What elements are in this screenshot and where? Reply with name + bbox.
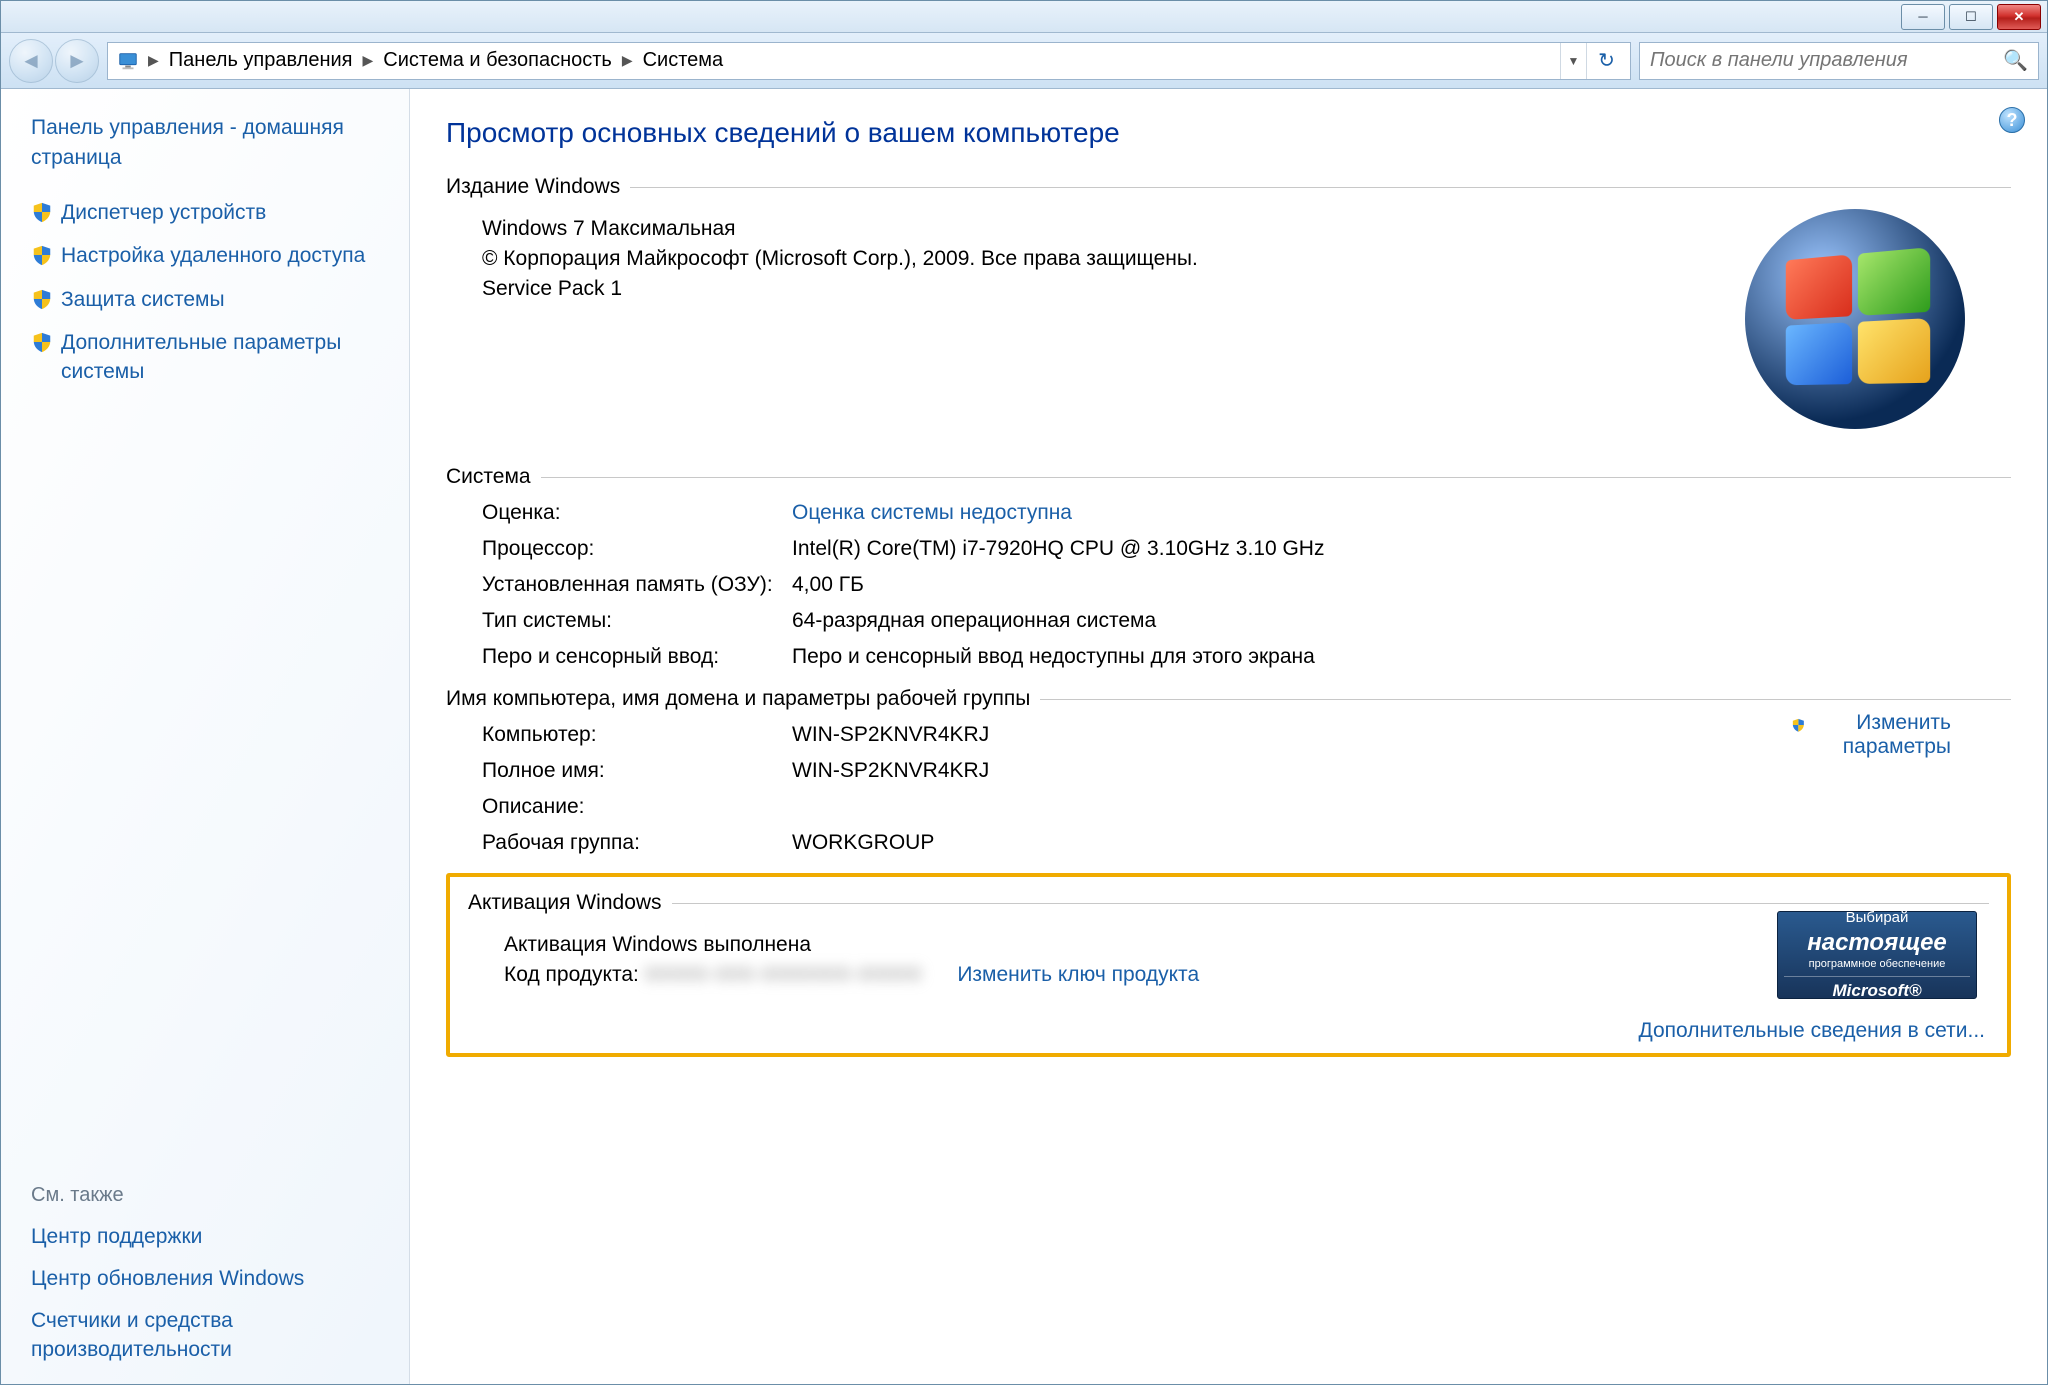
address-dropdown[interactable]: ▼ <box>1560 43 1586 79</box>
comp-wg-key: Рабочая группа: <box>482 831 792 855</box>
titlebar: ─ ☐ ✕ <box>1 1 2047 33</box>
change-settings-label: Изменить параметры <box>1812 711 1951 759</box>
address-bar[interactable]: ▶ Панель управления ▶ Система и безопасн… <box>107 42 1631 80</box>
activation-status: Активация Windows выполнена <box>504 933 1989 957</box>
back-button[interactable]: ◄ <box>9 39 53 83</box>
content: ? Просмотр основных сведений о вашем ком… <box>409 89 2047 1384</box>
group-computer: Имя компьютера, имя домена и параметры р… <box>446 687 2011 873</box>
product-id-row: Код продукта: 00000-000-0000000-00000 Из… <box>504 963 1989 987</box>
cpu-value: Intel(R) Core(TM) i7-7920HQ CPU @ 3.10GH… <box>792 537 2011 561</box>
rating-link[interactable]: Оценка системы недоступна <box>792 501 1072 524</box>
pen-value: Перо и сенсорный ввод недоступны для это… <box>792 645 2011 669</box>
product-id-label: Код продукта: <box>504 963 645 986</box>
comp-wg-value: WORKGROUP <box>792 831 2011 855</box>
task-label: Диспетчер устройств <box>61 198 266 227</box>
comp-full-key: Полное имя: <box>482 759 792 783</box>
shield-icon <box>31 244 53 266</box>
see-also-windows-update[interactable]: Центр обновления Windows <box>31 1265 389 1293</box>
chevron-right-icon: ▶ <box>618 52 637 69</box>
genuine-line2: настоящее <box>1784 928 1970 958</box>
computer-icon <box>116 49 140 73</box>
task-device-manager[interactable]: Диспетчер устройств <box>31 198 389 227</box>
shield-icon <box>31 331 53 353</box>
group-system-legend: Система <box>446 465 541 489</box>
more-info-online-link[interactable]: Дополнительные сведения в сети... <box>1639 1019 1986 1043</box>
chevron-right-icon: ▶ <box>359 52 378 69</box>
search-box[interactable]: 🔍 <box>1639 42 2039 80</box>
crumb-1[interactable]: Система и безопасность <box>377 49 618 72</box>
comp-name-key: Компьютер: <box>482 723 792 747</box>
group-activation-legend: Активация Windows <box>468 891 672 915</box>
task-remote-settings[interactable]: Настройка удаленного доступа <box>31 241 389 270</box>
chevron-right-icon: ▶ <box>144 52 163 69</box>
group-system: Система Оценка: Оценка системы недоступн… <box>446 465 2011 687</box>
systype-key: Тип системы: <box>482 609 792 633</box>
shield-icon <box>1791 714 1806 736</box>
comp-desc-key: Описание: <box>482 795 792 819</box>
group-edition: Издание Windows Windows 7 Максимальная ©… <box>446 175 2011 465</box>
crumb-0[interactable]: Панель управления <box>163 49 359 72</box>
shield-icon <box>31 201 53 223</box>
forward-button[interactable]: ► <box>55 39 99 83</box>
genuine-line1: Выбирай <box>1784 909 1970 928</box>
page-title: Просмотр основных сведений о вашем компь… <box>446 117 2011 149</box>
see-also-action-center[interactable]: Центр поддержки <box>31 1223 389 1251</box>
task-label: Защита системы <box>61 285 225 314</box>
group-computer-legend: Имя компьютера, имя домена и параметры р… <box>446 687 1040 711</box>
task-advanced-settings[interactable]: Дополнительные параметры системы <box>31 328 389 387</box>
activation-highlight-box: Активация Windows Активация Windows выпо… <box>446 873 2011 1057</box>
task-label: Дополнительные параметры системы <box>61 328 389 387</box>
change-settings-link[interactable]: Изменить параметры <box>1791 711 1951 759</box>
navbar: ◄ ► ▶ Панель управления ▶ Система и безо… <box>1 33 2047 89</box>
genuine-microsoft-badge[interactable]: Выбирай настоящее программное обеспечени… <box>1777 911 1977 999</box>
task-label: Настройка удаленного доступа <box>61 241 365 270</box>
comp-full-value: WIN-SP2KNVR4KRJ <box>792 759 2011 783</box>
search-icon: 🔍 <box>2003 48 2028 73</box>
shield-icon <box>31 288 53 310</box>
windows-logo <box>1745 209 1965 429</box>
ram-value: 4,00 ГБ <box>792 573 2011 597</box>
genuine-line3: программное обеспечение <box>1784 958 1970 972</box>
task-system-protection[interactable]: Защита системы <box>31 285 389 314</box>
genuine-line4: Microsoft® <box>1784 976 1970 1001</box>
window: ─ ☐ ✕ ◄ ► ▶ Панель управления ▶ Система … <box>0 0 2048 1385</box>
search-input[interactable] <box>1650 49 2003 72</box>
help-icon[interactable]: ? <box>1999 107 2025 133</box>
close-button[interactable]: ✕ <box>1997 4 2041 30</box>
cpu-key: Процессор: <box>482 537 792 561</box>
minimize-button[interactable]: ─ <box>1901 4 1945 30</box>
control-panel-home-link[interactable]: Панель управления - домашняя страница <box>31 113 389 174</box>
change-product-key-link[interactable]: Изменить ключ продукта <box>957 963 1199 986</box>
see-also-performance[interactable]: Счетчики и средства производительности <box>31 1307 389 1364</box>
refresh-button[interactable]: ↻ <box>1586 43 1626 79</box>
group-edition-legend: Издание Windows <box>446 175 630 199</box>
sidebar: Панель управления - домашняя страница Ди… <box>1 89 409 1384</box>
crumb-2[interactable]: Система <box>637 49 730 72</box>
ram-key: Установленная память (ОЗУ): <box>482 573 792 597</box>
systype-value: 64-разрядная операционная система <box>792 609 2011 633</box>
see-also-header: См. также <box>31 1184 389 1207</box>
maximize-button[interactable]: ☐ <box>1949 4 1993 30</box>
product-id-value: 00000-000-0000000-00000 <box>645 963 923 986</box>
pen-key: Перо и сенсорный ввод: <box>482 645 792 669</box>
group-activation: Активация Windows Активация Windows выпо… <box>468 891 1989 1039</box>
rating-key: Оценка: <box>482 501 792 525</box>
